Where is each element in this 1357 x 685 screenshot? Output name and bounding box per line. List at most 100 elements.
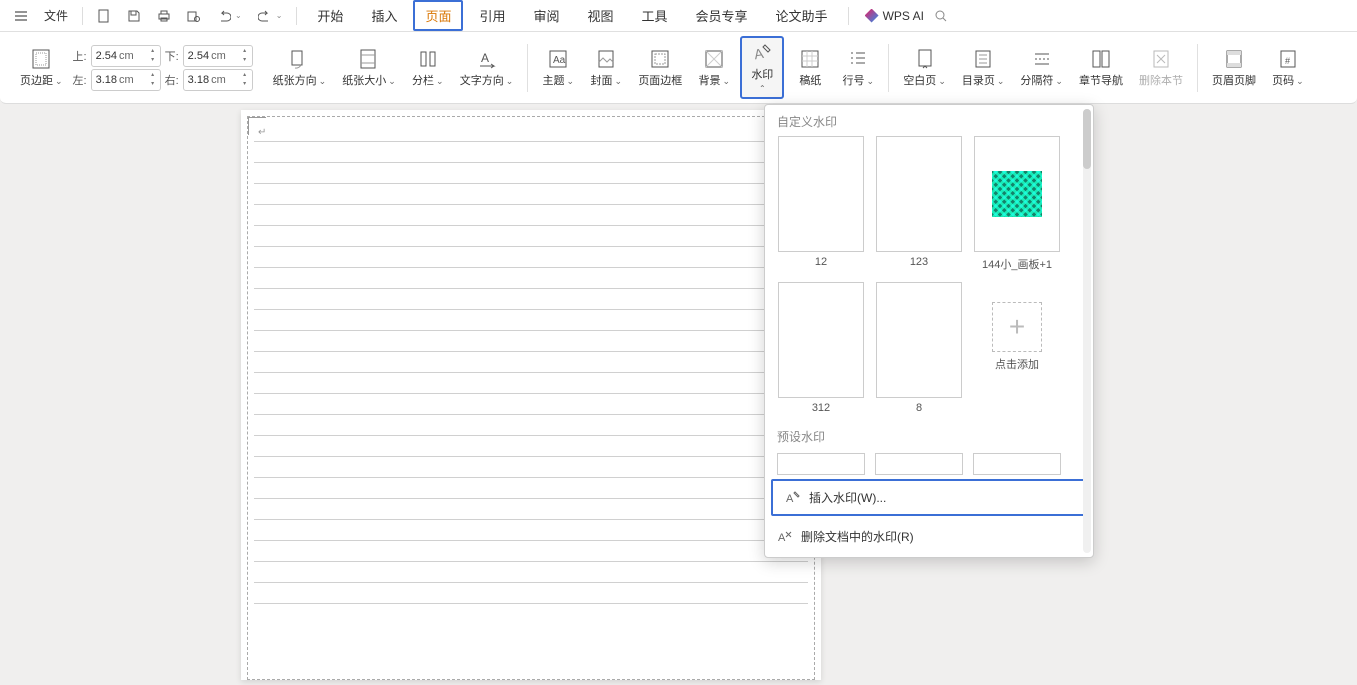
toc-icon (972, 48, 994, 70)
line-number-icon (847, 48, 869, 70)
blank-page-button[interactable]: 空白页 (897, 44, 952, 92)
chapter-nav-icon (1090, 48, 1112, 70)
manuscript-icon (799, 48, 821, 70)
print-icon[interactable] (151, 5, 177, 27)
tab-review[interactable]: 审阅 (521, 0, 571, 31)
watermark-thumb-144[interactable] (974, 136, 1060, 252)
divider (82, 7, 83, 25)
svg-text:A: A (481, 51, 489, 65)
orientation-icon (288, 48, 310, 70)
page-content-area: ↵ (247, 116, 815, 680)
insert-watermark-action[interactable]: A 插入水印(W)... (771, 479, 1087, 516)
wps-ai-button[interactable]: WPS AI (865, 9, 924, 23)
preset-thumb[interactable] (777, 453, 865, 475)
manuscript-button[interactable]: 稿纸 (788, 44, 832, 92)
paper-size-button[interactable]: 纸张大小 (336, 44, 402, 92)
watermark-dropdown: 自定义水印 12 123 144小_画板+1 312 8 点击添加 预设水印 A… (764, 104, 1094, 558)
theme-icon: Aa (547, 48, 569, 70)
thumb-label: 123 (910, 256, 928, 268)
thumb-label: 12 (815, 256, 827, 268)
cover-button[interactable]: 封面 (584, 44, 628, 92)
orientation-button[interactable]: 纸张方向 (267, 44, 333, 92)
watermark-thumb-312[interactable] (778, 282, 864, 398)
thumb-label: 8 (916, 402, 922, 414)
svg-text:Aa: Aa (553, 55, 566, 66)
separator (888, 44, 889, 92)
text-direction-button[interactable]: A文字方向 (454, 44, 520, 92)
text-direction-icon: A (476, 48, 498, 70)
tab-page[interactable]: 页面 (413, 0, 463, 31)
watermark-icon: A (751, 42, 773, 64)
tab-thesis[interactable]: 论文助手 (764, 0, 840, 31)
svg-text:A: A (778, 532, 786, 544)
delete-section-button[interactable]: 删除本节 (1133, 44, 1189, 92)
preset-thumb[interactable] (973, 453, 1061, 475)
remove-watermark-action[interactable]: A 删除文档中的水印(R) (765, 520, 1093, 553)
tab-start[interactable]: 开始 (305, 0, 355, 31)
print-preview-icon[interactable] (181, 5, 207, 27)
paper-size-icon (358, 48, 380, 70)
margin-top-label: 上: (73, 48, 87, 64)
svg-text:A: A (786, 493, 794, 505)
thumb-label: 144小_画板+1 (982, 256, 1052, 272)
page-margins-label: 页边距 (20, 72, 63, 88)
separator-button[interactable]: 分隔符 (1014, 44, 1069, 92)
margin-right-label: 右: (165, 72, 179, 88)
columns-button[interactable]: 分栏 (406, 44, 450, 92)
margin-bottom-input[interactable]: 2.54cm▴▾ (183, 45, 253, 67)
columns-icon (417, 48, 439, 70)
document-page[interactable]: ↵ (241, 110, 821, 680)
watermark-action-icon: A (777, 529, 793, 545)
delete-section-icon (1150, 48, 1172, 70)
watermark-thumb-12[interactable] (778, 136, 864, 252)
page-border-icon (649, 48, 671, 70)
line-number-button[interactable]: 行号 (836, 44, 880, 92)
save-icon[interactable] (121, 5, 147, 27)
tab-reference[interactable]: 引用 (467, 0, 517, 31)
redo-button[interactable]: ⌄ (252, 5, 289, 27)
theme-button[interactable]: Aa主题 (536, 44, 580, 92)
add-watermark-button[interactable] (992, 302, 1042, 352)
page-number-button[interactable]: #页码 (1266, 44, 1310, 92)
hamburger-icon[interactable] (8, 5, 34, 27)
header-footer-button[interactable]: 页眉页脚 (1206, 44, 1262, 92)
preset-watermark-title: 预设水印 (765, 420, 1093, 449)
margin-top-input[interactable]: 2.54cm▴▾ (91, 45, 161, 67)
divider (296, 7, 297, 25)
cover-icon (595, 48, 617, 70)
margin-right-input[interactable]: 3.18cm▴▾ (183, 69, 253, 91)
page-margins-button[interactable]: 页边距 (14, 44, 69, 92)
preset-thumb[interactable] (875, 453, 963, 475)
margins-icon (30, 48, 52, 70)
margin-left-input[interactable]: 3.18cm▴▾ (91, 69, 161, 91)
ai-logo-icon (865, 9, 879, 23)
tab-insert[interactable]: 插入 (359, 0, 409, 31)
search-icon[interactable] (928, 5, 954, 27)
background-button[interactable]: 背景 (692, 44, 736, 92)
undo-button[interactable]: ⌄ (211, 5, 248, 27)
watermark-action-icon: A (785, 490, 801, 506)
watermark-thumb-123[interactable] (876, 136, 962, 252)
new-icon[interactable] (91, 5, 117, 27)
file-menu[interactable]: 文件 (38, 3, 74, 28)
tab-member[interactable]: 会员专享 (684, 0, 760, 31)
svg-text:#: # (1285, 56, 1290, 66)
margin-bottom-label: 下: (165, 48, 179, 64)
divider (848, 7, 849, 25)
add-label: 点击添加 (995, 356, 1039, 372)
scrollbar[interactable] (1083, 109, 1091, 553)
toc-page-button[interactable]: 目录页 (956, 44, 1011, 92)
custom-watermark-title: 自定义水印 (765, 105, 1093, 134)
page-border-button[interactable]: 页面边框 (632, 44, 688, 92)
margin-left-label: 左: (73, 72, 87, 88)
tab-tools[interactable]: 工具 (630, 0, 680, 31)
separator (1197, 44, 1198, 92)
background-icon (703, 48, 725, 70)
watermark-button[interactable]: A水印⌃ (740, 36, 784, 99)
paragraph-mark: ↵ (258, 127, 266, 138)
blank-page-icon (914, 48, 936, 70)
chapter-nav-button[interactable]: 章节导航 (1073, 44, 1129, 92)
watermark-thumb-8[interactable] (876, 282, 962, 398)
tab-view[interactable]: 视图 (576, 0, 626, 31)
header-footer-icon (1223, 48, 1245, 70)
